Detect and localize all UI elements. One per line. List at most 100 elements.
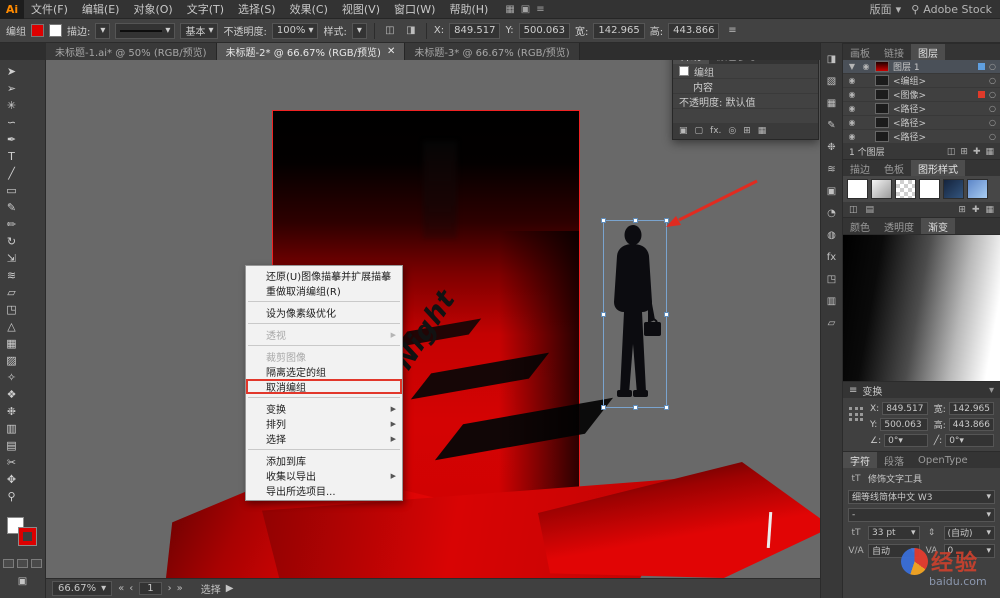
brushes-panel-icon[interactable]: ✎ <box>823 118 841 133</box>
scale-tool[interactable]: ⇲ <box>0 250 23 267</box>
paintbrush-tool[interactable]: ✎ <box>0 199 23 216</box>
panel-menu-icon[interactable]: ≡ <box>849 385 857 396</box>
layer-row[interactable]: ◉ <路径> ○ <box>843 116 1000 130</box>
shear-input[interactable]: 0°▾ <box>945 434 994 447</box>
tab-layers[interactable]: 图层 <box>911 44 945 60</box>
transform-height-input[interactable]: 443.866 <box>949 418 994 431</box>
layer-row[interactable]: ◉ <图像> ○ <box>843 88 1000 102</box>
target-circle-icon[interactable]: ○ <box>989 104 996 113</box>
context-menu-item-ungroup[interactable]: 取消编组 <box>246 379 402 394</box>
selection-handle[interactable] <box>601 405 606 410</box>
styles-library-menu-icon[interactable]: ▤ <box>866 205 875 215</box>
menu-file[interactable]: 文件(F) <box>24 0 75 18</box>
font-family-select[interactable]: 细等线简体中文 W3▾ <box>848 490 995 504</box>
graphic-style-swatch[interactable] <box>919 179 940 199</box>
context-menu-item-arrange[interactable]: 排列▶ <box>246 416 402 431</box>
context-menu-item-pixel-perfect[interactable]: 设为像素级优化 <box>246 305 402 320</box>
context-menu-item-export-selection[interactable]: 导出所选项目... <box>246 483 402 498</box>
tab-artboards[interactable]: 画板 <box>843 44 877 60</box>
tab-stroke[interactable]: 描边 <box>843 160 877 176</box>
slice-tool[interactable]: ✂ <box>0 454 23 471</box>
context-menu-item-undo[interactable]: 还原(U)图像描摹并扩展描摹 <box>246 268 402 283</box>
tab-gradient[interactable]: 渐变 <box>921 218 955 234</box>
y-input[interactable]: 500.063 <box>519 23 570 39</box>
tab-color[interactable]: 颜色 <box>843 218 877 234</box>
draw-normal-mode[interactable] <box>3 559 14 568</box>
make-mask-icon[interactable]: ◫ <box>947 147 956 157</box>
chevron-down-icon[interactable]: ▾ <box>989 385 994 396</box>
graphic-style-swatch[interactable] <box>871 179 892 199</box>
width-input[interactable]: 142.965 <box>593 23 644 39</box>
graph-panel-icon[interactable]: ▥ <box>823 294 841 309</box>
delete-style-icon[interactable]: ▦ <box>985 205 994 215</box>
appearance-row-contents[interactable]: 内容 <box>673 79 818 94</box>
screen-mode-button[interactable]: ▣ <box>0 576 45 587</box>
draw-inside-mode[interactable] <box>31 559 42 568</box>
last-artboard-icon[interactable]: » <box>177 583 183 594</box>
font-size-select[interactable]: 33 pt▾ <box>868 526 920 540</box>
gradient-preview[interactable] <box>843 234 1000 382</box>
hand-tool[interactable]: ✥ <box>0 471 23 488</box>
artboard-number-input[interactable]: 1 <box>139 582 161 595</box>
mesh-tool[interactable]: ▦ <box>0 335 23 352</box>
context-menu-item-collect-for-export[interactable]: 收集以导出▶ <box>246 468 402 483</box>
clear-appearance-icon[interactable]: ◎ <box>728 126 736 136</box>
eyedropper-tool[interactable]: ✧ <box>0 369 23 386</box>
menu-window[interactable]: 窗口(W) <box>387 0 442 18</box>
stroke-panel-icon[interactable]: ≋ <box>823 162 841 177</box>
new-effect-icon[interactable]: fx. <box>710 126 721 136</box>
arrange-documents-icon[interactable]: ▦ <box>505 4 514 15</box>
tab-graphic-styles[interactable]: 图形样式 <box>911 160 965 176</box>
color-panel-icon[interactable]: ◨ <box>823 52 841 67</box>
stock-search[interactable]: ⚲ Adobe Stock <box>911 3 992 16</box>
fill-color-swatch[interactable] <box>31 24 44 37</box>
direct-selection-tool[interactable]: ➢ <box>0 80 23 97</box>
blend-panel-icon[interactable]: ◍ <box>823 228 841 243</box>
layer-row[interactable]: ◉ <编组> ○ <box>843 74 1000 88</box>
close-icon[interactable]: ✕ <box>387 46 395 57</box>
menu-view[interactable]: 视图(V) <box>335 0 387 18</box>
first-artboard-icon[interactable]: « <box>118 583 124 594</box>
context-menu-item-select[interactable]: 选择▶ <box>246 431 402 446</box>
style-dropdown[interactable]: ▾ <box>352 23 367 39</box>
layer-row[interactable]: ◉ <路径> ○ <box>843 102 1000 116</box>
menu-select[interactable]: 选择(S) <box>231 0 283 18</box>
new-layer-icon[interactable]: ✚ <box>973 147 981 157</box>
zoom-level-dropdown[interactable]: 66.67% ▾ <box>52 581 112 596</box>
leading-select[interactable]: (自动)▾ <box>944 526 996 540</box>
target-circle-icon[interactable]: ○ <box>989 62 996 71</box>
transform-x-input[interactable]: 849.517 <box>882 402 928 415</box>
graphic-style-swatch[interactable] <box>943 179 964 199</box>
column-graph-tool[interactable]: ▥ <box>0 420 23 437</box>
pen-tool[interactable]: ✒ <box>0 131 23 148</box>
target-circle-icon[interactable]: ○ <box>989 90 996 99</box>
shape-builder-tool[interactable]: ◳ <box>0 301 23 318</box>
gradient-panel-icon[interactable]: ▣ <box>823 184 841 199</box>
document-layout-icon[interactable]: ▣ <box>521 4 530 15</box>
menu-help[interactable]: 帮助(H) <box>442 0 495 18</box>
menu-type[interactable]: 文字(T) <box>180 0 231 18</box>
tab-links[interactable]: 链接 <box>877 44 911 60</box>
visibility-eye-icon[interactable]: ◉ <box>847 118 857 127</box>
visibility-eye-icon[interactable]: ◉ <box>861 62 871 71</box>
menu-object[interactable]: 对象(O) <box>126 0 179 18</box>
zoom-tool[interactable]: ⚲ <box>0 488 23 505</box>
selection-handle[interactable] <box>633 218 638 223</box>
rotate-tool[interactable]: ↻ <box>0 233 23 250</box>
context-menu-item-transform[interactable]: 变换▶ <box>246 401 402 416</box>
variable-width-dropdown[interactable]: 基本▾ <box>180 23 218 39</box>
menu-edit[interactable]: 编辑(E) <box>75 0 127 18</box>
gradient-tool[interactable]: ▨ <box>0 352 23 369</box>
context-menu-item-redo[interactable]: 重做取消编组(R) <box>246 283 402 298</box>
workspace-switcher[interactable]: 版面 ▾ <box>870 1 902 17</box>
selection-handle[interactable] <box>664 218 669 223</box>
selection-handle[interactable] <box>601 312 606 317</box>
layer-row[interactable]: ▼ ◉ 图层 1 ○ <box>843 60 1000 74</box>
stroke-color-swatch[interactable] <box>49 24 62 37</box>
selected-silhouette[interactable] <box>603 220 667 408</box>
rectangle-tool[interactable]: ▭ <box>0 182 23 199</box>
break-link-icon[interactable]: ⊞ <box>958 205 966 215</box>
document-tab-2[interactable]: 未标题-2* @ 66.67% (RGB/预览)✕ <box>217 43 406 60</box>
panel-menu-icon[interactable]: ≡ <box>724 23 740 38</box>
graphic-style-swatch[interactable] <box>847 179 868 199</box>
